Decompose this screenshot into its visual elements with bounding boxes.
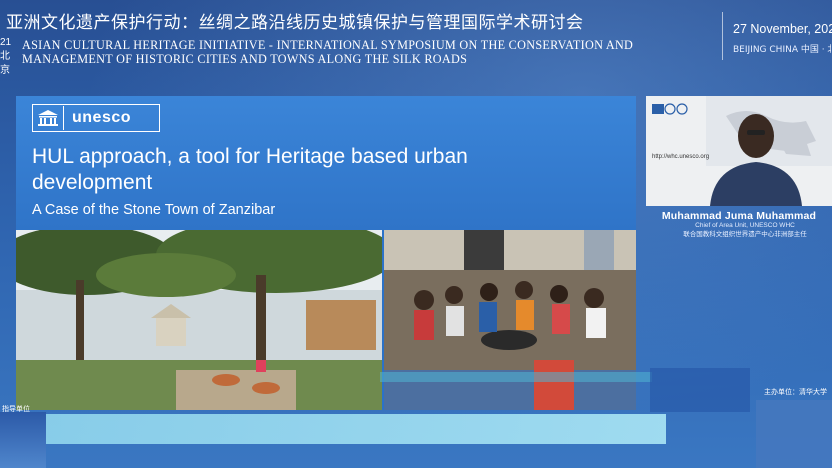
unesco-logo: unesco: [32, 104, 160, 132]
bottom-left-label: 指导单位: [2, 405, 30, 413]
bottom-left-panel: [0, 412, 46, 468]
header-title-chinese: 亚洲文化遗产保护行动：丝绸之路沿线历史城镇保护与管理国际学术研讨会: [6, 13, 584, 33]
speaker-video-frame: [646, 96, 832, 206]
bottom-banner: [46, 414, 666, 444]
left-tab-line1: 21: [0, 37, 12, 48]
unesco-logo-text: unesco: [72, 109, 132, 126]
speaker-video: http://whc.unesco.org: [646, 96, 832, 206]
temple-icon: [33, 106, 64, 130]
header-left-tab: 21 北京: [0, 36, 16, 76]
glitch-block: [650, 368, 750, 412]
speaker-role: Chief of Area Unit, UNESCO WHC 联合国教科文组织世…: [660, 222, 830, 238]
left-tab-line2: 北京: [0, 51, 10, 76]
glitch-strip: [380, 372, 652, 382]
slide-subtitle: A Case of the Stone Town of Zanzibar: [32, 202, 276, 218]
crowd-meeting-photo: [384, 230, 636, 410]
organizer-text: 主办单位：清华大学: [764, 388, 827, 397]
speaker-slide-url: http://whc.unesco.org: [652, 154, 710, 160]
speaker-name: Muhammad Juma Muhammad: [661, 210, 817, 222]
presentation-slide: unesco HUL approach, a tool for Heritage…: [16, 96, 636, 410]
bottom-right-panel: [756, 400, 832, 468]
park-trees-photo: [16, 230, 382, 410]
event-location: BEIJING CHINA 中国 · 北: [733, 45, 832, 55]
speaker-role-cn: 联合国教科文组织世界遗产中心非洲部主任: [683, 230, 807, 238]
conference-header: 亚洲文化遗产保护行动：丝绸之路沿线历史城镇保护与管理国际学术研讨会 21 北京 …: [0, 0, 832, 76]
speaker-role-en: Chief of Area Unit, UNESCO WHC: [695, 222, 795, 229]
slide-title: HUL approach, a tool for Heritage based …: [32, 145, 468, 194]
organizer-line1: 主办单位：清华大学: [764, 388, 827, 396]
event-date: 27 November, 202: [733, 22, 832, 36]
header-title-english: ASIAN CULTURAL HERITAGE INITIATIVE - INT…: [22, 38, 634, 66]
date-box: 27 November, 202 BEIJING CHINA 中国 · 北: [722, 12, 832, 60]
